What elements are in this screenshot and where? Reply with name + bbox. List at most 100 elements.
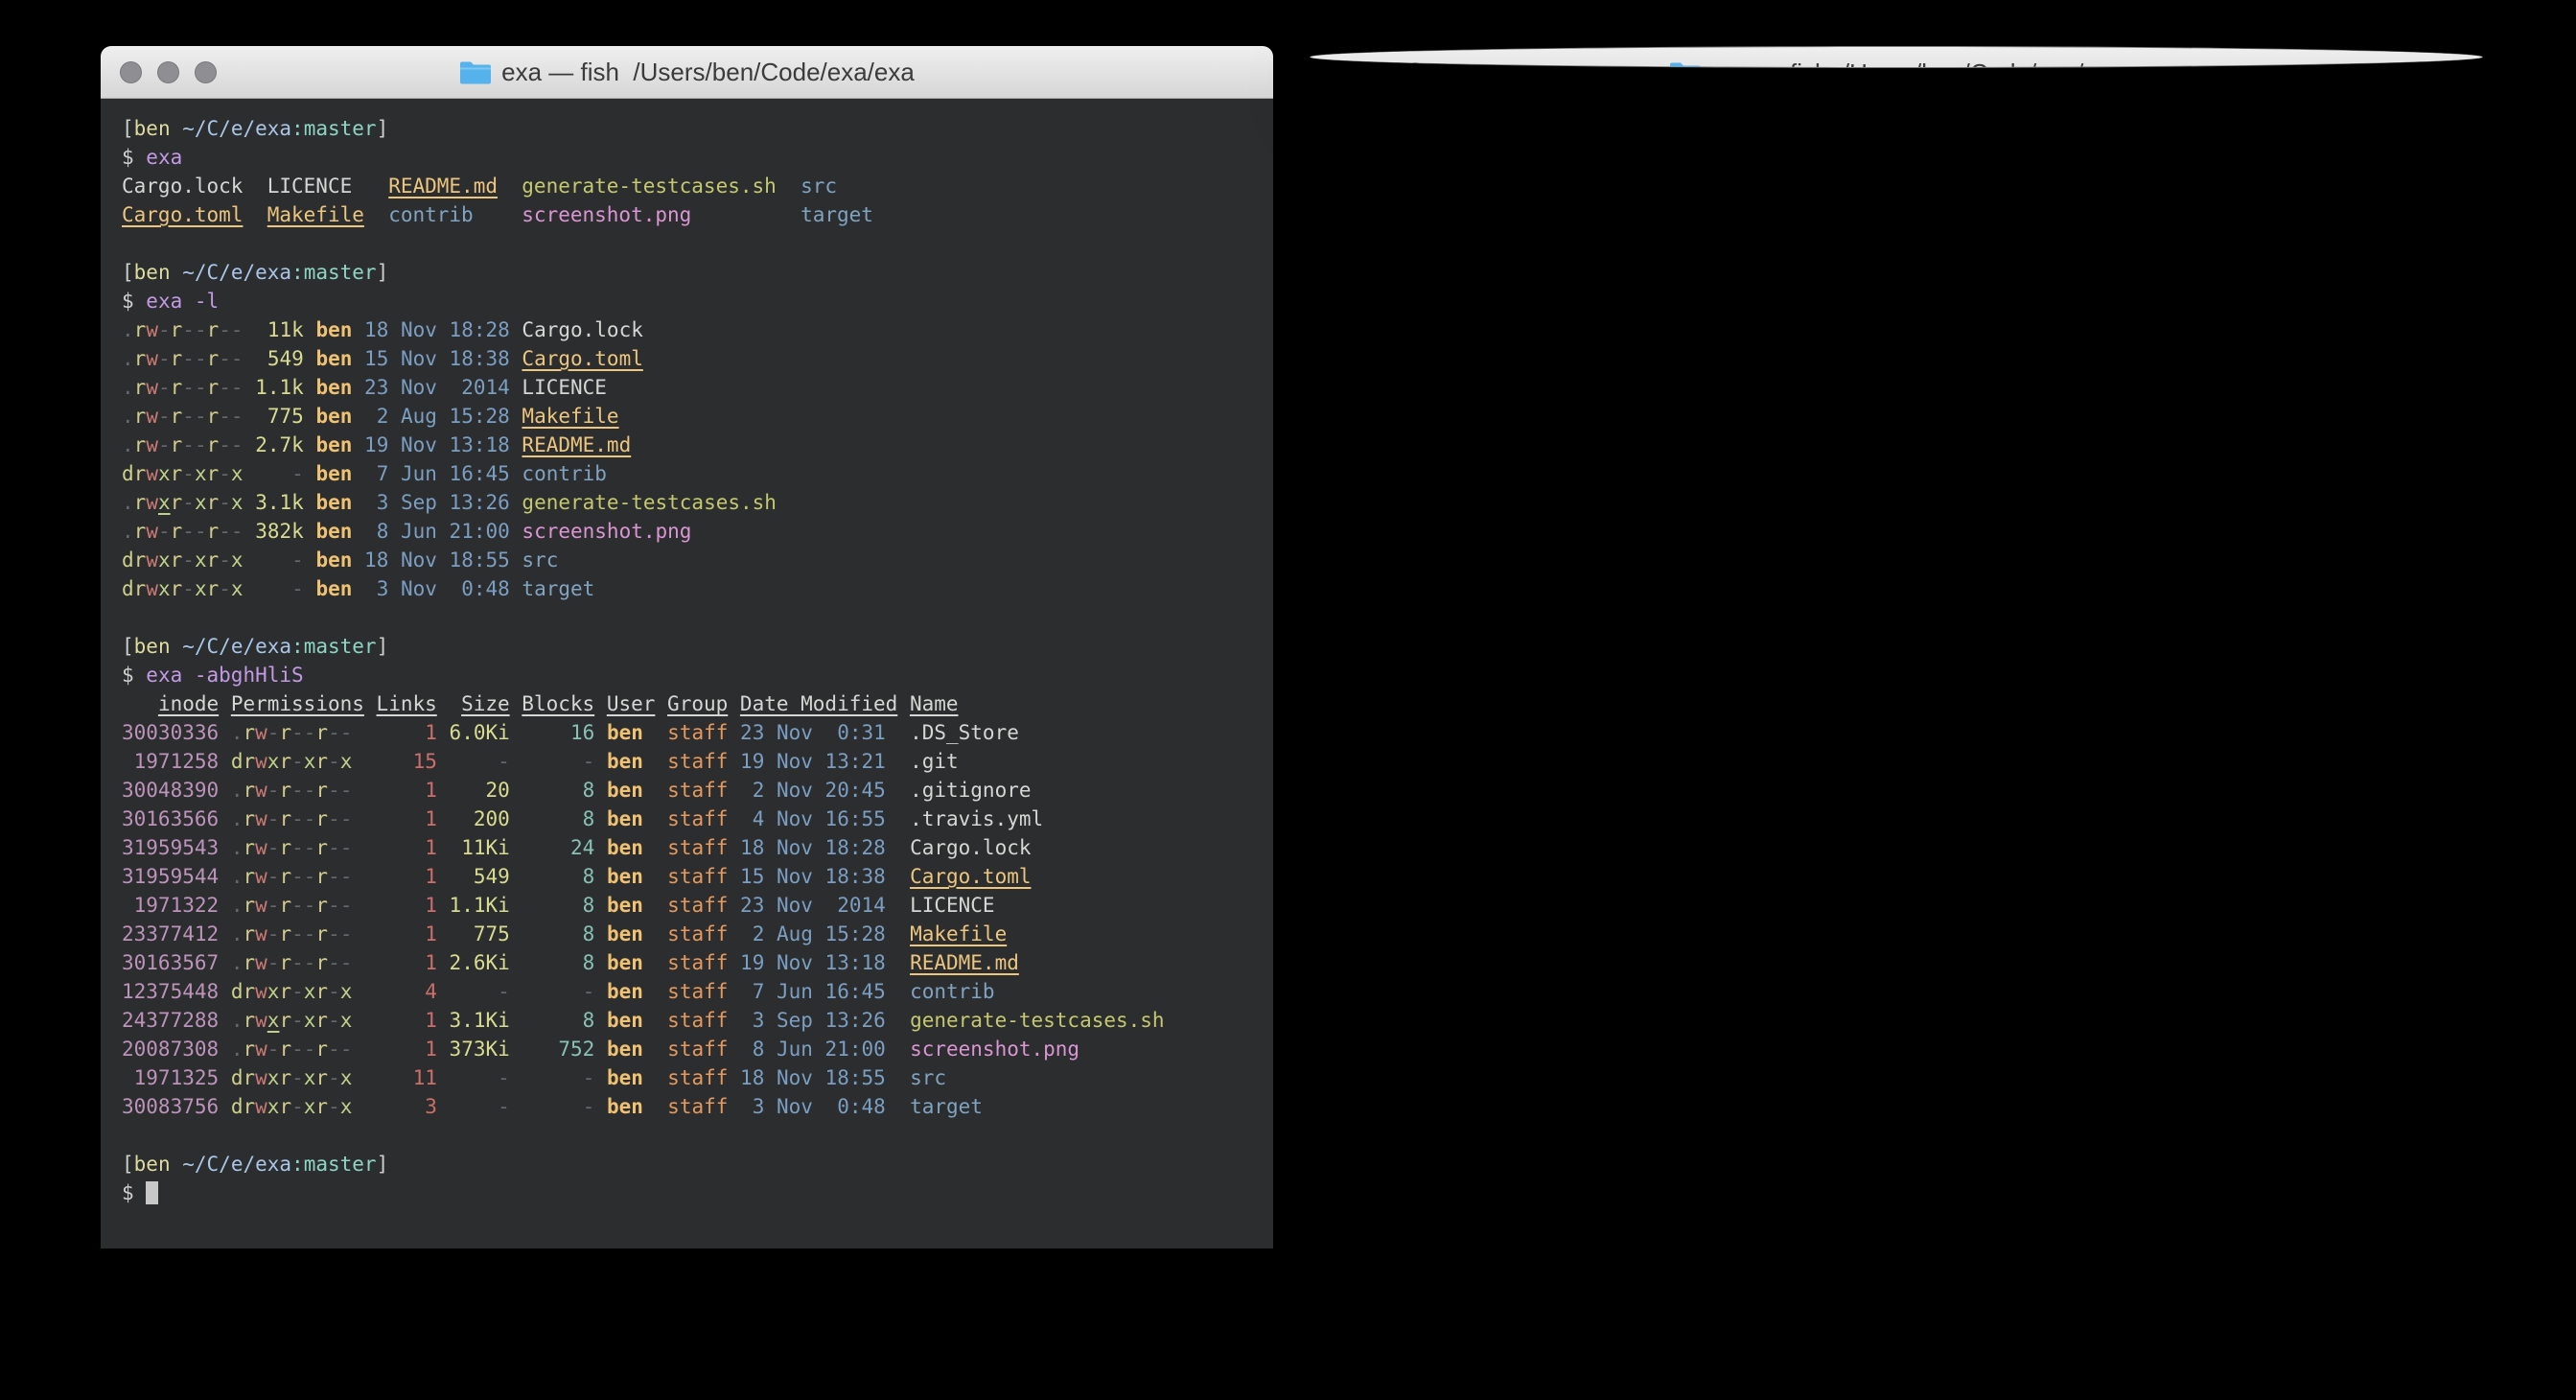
perm-char: . bbox=[231, 779, 244, 802]
terminal-line bbox=[122, 603, 1252, 632]
perm-char: - bbox=[291, 865, 304, 888]
text-segment bbox=[510, 721, 522, 744]
text-segment: 8 bbox=[522, 951, 594, 974]
perm-char: - bbox=[328, 1038, 340, 1061]
text-segment: ben bbox=[607, 807, 643, 830]
perm-char: w bbox=[146, 376, 158, 399]
text-segment bbox=[219, 922, 231, 945]
text-segment: Cargo.lock bbox=[522, 318, 642, 341]
perm-char: r bbox=[171, 318, 183, 341]
text-segment: ben bbox=[607, 894, 643, 917]
perm-char: d bbox=[122, 577, 134, 600]
minimize-button[interactable] bbox=[1367, 62, 1389, 69]
perm-char: - bbox=[158, 376, 171, 399]
perm-char: w bbox=[255, 779, 267, 802]
perm-char: - bbox=[328, 894, 340, 917]
perm-char: r bbox=[134, 548, 147, 572]
text-segment bbox=[886, 750, 910, 773]
text-segment bbox=[171, 261, 183, 284]
text-segment: ben bbox=[134, 635, 171, 658]
text-segment: [ bbox=[122, 1153, 134, 1176]
text-segment bbox=[510, 347, 522, 370]
text-segment bbox=[594, 750, 607, 773]
perm-char: w bbox=[146, 405, 158, 428]
text-segment: 18 Nov 18:55 bbox=[740, 1066, 886, 1089]
perm-char: x bbox=[267, 1009, 280, 1032]
perm-char: - bbox=[304, 922, 316, 945]
text-segment bbox=[510, 692, 522, 715]
close-button[interactable] bbox=[120, 61, 142, 83]
zoom-button[interactable] bbox=[195, 61, 217, 83]
text-segment bbox=[510, 1009, 522, 1032]
text-segment bbox=[364, 203, 388, 226]
perm-char: w bbox=[146, 548, 158, 572]
text-segment: ben bbox=[315, 462, 352, 485]
text-segment: ben bbox=[607, 1038, 643, 1061]
terminal-line: inode Permissions Links Size Blocks User… bbox=[122, 689, 1252, 718]
text-segment: contrib bbox=[522, 462, 607, 485]
text-segment bbox=[219, 692, 231, 715]
perm-char: . bbox=[122, 520, 134, 543]
perm-char: r bbox=[171, 433, 183, 456]
text-segment bbox=[897, 692, 910, 715]
text-segment: 18 Nov 18:28 bbox=[740, 836, 886, 859]
text-segment bbox=[594, 836, 607, 859]
perm-char: . bbox=[231, 922, 244, 945]
terminal-line: 24377288 .rwxr-xr-x 1 3.1Ki 8 ben staff … bbox=[122, 1006, 1252, 1035]
text-segment: staff bbox=[667, 779, 728, 802]
text-segment: target bbox=[522, 577, 594, 600]
titlebar[interactable]: exa — fish /Users/ben/Code/exa/exa bbox=[1311, 47, 2482, 68]
perm-char: x bbox=[267, 750, 280, 773]
perm-char: r bbox=[315, 779, 328, 802]
text-segment bbox=[728, 692, 740, 715]
perm-char: . bbox=[122, 433, 134, 456]
terminal-line: 31959543 .rw-r--r-- 1 11Ki 24 ben staff … bbox=[122, 833, 1252, 862]
text-segment: ben bbox=[315, 548, 352, 572]
titlebar[interactable]: exa — fish /Users/ben/Code/exa/exa bbox=[101, 46, 1273, 99]
terminal-line: 1971322 .rw-r--r-- 1 1.1Ki 8 ben staff 2… bbox=[122, 891, 1252, 920]
zoom-button[interactable] bbox=[1404, 62, 1427, 69]
text-segment bbox=[219, 807, 231, 830]
text-segment: 8 bbox=[522, 894, 594, 917]
perm-char: r bbox=[171, 405, 183, 428]
text-segment bbox=[352, 1066, 376, 1089]
text-segment bbox=[728, 721, 740, 744]
text-segment: ben bbox=[607, 836, 643, 859]
minimize-button[interactable] bbox=[157, 61, 179, 83]
text-segment bbox=[510, 577, 522, 600]
perm-char: - bbox=[267, 922, 280, 945]
close-button[interactable] bbox=[1330, 62, 1352, 69]
text-segment bbox=[474, 203, 522, 226]
text-segment: - bbox=[522, 1095, 594, 1118]
perm-char: r bbox=[134, 405, 147, 428]
text-segment: - bbox=[450, 1066, 510, 1089]
text-segment: .git bbox=[910, 750, 959, 773]
text-segment bbox=[352, 779, 376, 802]
text-segment bbox=[510, 750, 522, 773]
text-segment bbox=[437, 807, 450, 830]
perm-char: - bbox=[219, 548, 231, 572]
text-segment: [ bbox=[122, 117, 134, 140]
perm-char: - bbox=[328, 951, 340, 974]
text-segment bbox=[304, 433, 316, 456]
text-segment bbox=[304, 577, 316, 600]
text-segment bbox=[886, 779, 910, 802]
text-segment bbox=[643, 807, 667, 830]
text-segment bbox=[352, 980, 376, 1003]
text-segment: 8 Jun 21:00 bbox=[364, 520, 510, 543]
text-segment bbox=[352, 548, 364, 572]
perm-char: - bbox=[182, 376, 195, 399]
text-segment: contrib bbox=[388, 203, 474, 226]
text-segment bbox=[886, 951, 910, 974]
text-segment: 19 Nov 13:18 bbox=[364, 433, 510, 456]
text-segment bbox=[728, 836, 740, 859]
perm-char: r bbox=[207, 318, 220, 341]
perm-char: - bbox=[340, 721, 353, 744]
terminal-line: .rw-r--r-- 382k ben 8 Jun 21:00 screensh… bbox=[122, 517, 1252, 546]
perm-char: - bbox=[304, 865, 316, 888]
text-segment: :master bbox=[291, 117, 377, 140]
folder-icon bbox=[1669, 60, 1702, 69]
text-segment: generate-testcases.sh bbox=[910, 1009, 1165, 1032]
perm-char: - bbox=[219, 520, 231, 543]
perm-char: w bbox=[146, 520, 158, 543]
